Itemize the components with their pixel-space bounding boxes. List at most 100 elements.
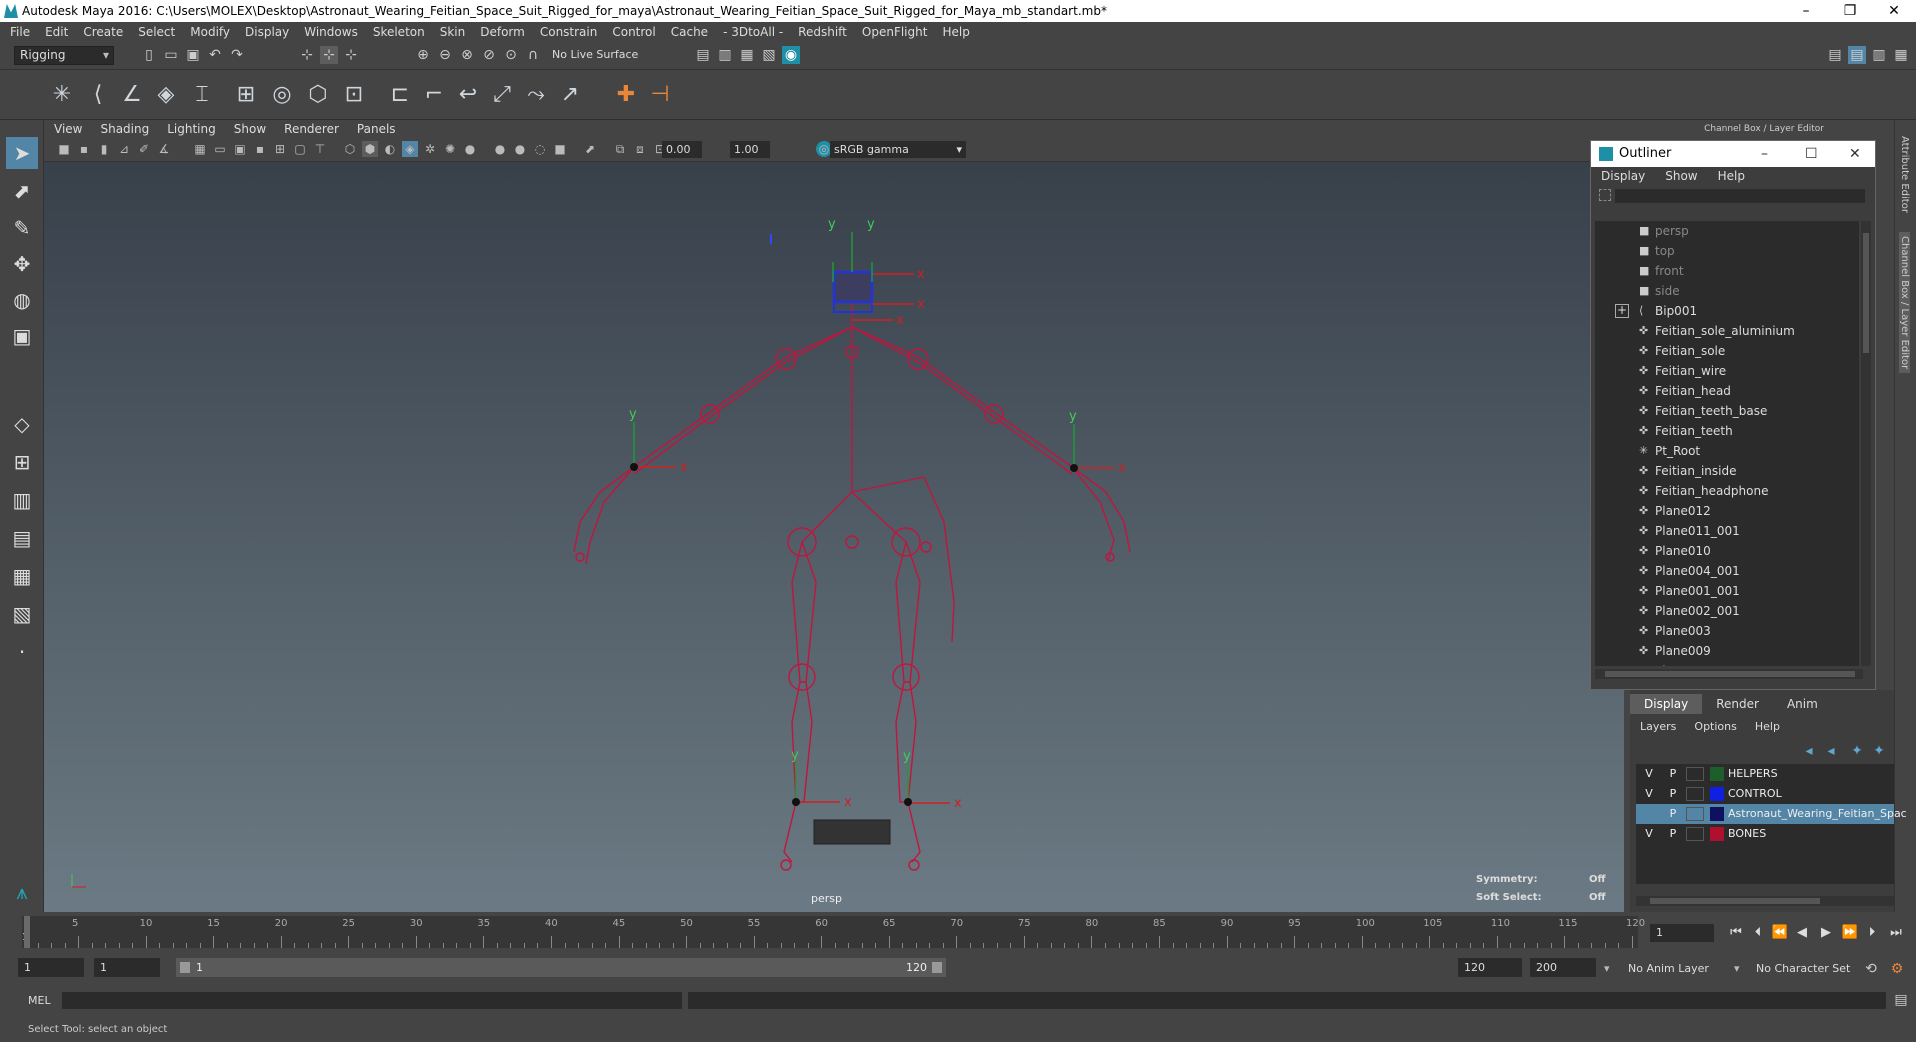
character-set-dropdown[interactable]: No Character Set: [1756, 962, 1850, 975]
bind-skin-icon[interactable]: ⊞: [232, 81, 260, 109]
menu-modify[interactable]: Modify: [190, 25, 230, 39]
lasso-tool-icon[interactable]: ⬈: [6, 175, 38, 207]
isolate-select-icon[interactable]: ⬈: [582, 141, 598, 157]
outliner-item[interactable]: ✜ Feitian_head: [1595, 381, 1859, 401]
xray-icon[interactable]: ⧉: [612, 141, 628, 157]
move-layer-down-icon[interactable]: ◂: [1822, 742, 1840, 760]
camera-2d-icon[interactable]: ∡: [156, 141, 172, 157]
outliner-item[interactable]: ✳ Pt_Root: [1595, 441, 1859, 461]
playback-toggle[interactable]: P: [1666, 784, 1680, 804]
lattice-icon[interactable]: ⬡: [304, 81, 332, 109]
outliner-titlebar[interactable]: Outliner – ☐ ✕: [1591, 141, 1875, 167]
display-type-toggle[interactable]: [1686, 827, 1704, 841]
locator-icon[interactable]: ✚: [612, 81, 640, 109]
panel-menu-panels[interactable]: Panels: [357, 122, 396, 136]
menu-edit[interactable]: Edit: [45, 25, 68, 39]
step-back-key-icon[interactable]: ⏴: [1748, 924, 1768, 942]
select-component-icon[interactable]: ⊹: [342, 46, 360, 64]
scale-tool-icon[interactable]: ▣: [6, 320, 38, 352]
menu-openflight[interactable]: OpenFlight: [862, 25, 928, 39]
anim-layer-dropdown[interactable]: No Anim Layer: [1628, 962, 1709, 975]
script-language-label[interactable]: MEL: [28, 994, 51, 1007]
step-forward-key-icon[interactable]: ⏵: [1862, 924, 1882, 942]
safe-action-icon[interactable]: ▢: [292, 141, 308, 157]
current-frame-field[interactable]: 1: [1650, 924, 1714, 942]
safe-title-icon[interactable]: ⊤: [312, 141, 328, 157]
outliner-menu-show[interactable]: Show: [1665, 169, 1697, 183]
lights-icon[interactable]: ✺: [442, 141, 458, 157]
menu-file[interactable]: File: [10, 25, 30, 39]
layer-row[interactable]: V P CONTROL: [1636, 784, 1894, 804]
command-input[interactable]: [62, 992, 682, 1009]
chevron-down-icon[interactable]: ▾: [1604, 962, 1610, 975]
playback-toggle[interactable]: P: [1666, 764, 1680, 784]
tab-display[interactable]: Display: [1630, 694, 1703, 714]
menu-set-dropdown[interactable]: Rigging: [14, 46, 114, 65]
close-icon[interactable]: ✕: [1872, 0, 1916, 22]
default-material-icon[interactable]: ◐: [382, 141, 398, 157]
outliner-item[interactable]: ✜ Feitian_teeth_base: [1595, 401, 1859, 421]
outliner-item[interactable]: ✜ Plane004_001: [1595, 561, 1859, 581]
tab-anim[interactable]: Anim: [1773, 694, 1832, 714]
snap-curve-icon[interactable]: ⊖: [436, 46, 454, 64]
outliner-item[interactable]: ✜ Feitian_sole_aluminium: [1595, 321, 1859, 341]
layer-row[interactable]: P Astronaut_Wearing_Feitian_Spac: [1636, 804, 1907, 824]
outliner-item[interactable]: ✜ Feitian_wire: [1595, 361, 1859, 381]
ambient-occlusion-icon[interactable]: ●: [492, 141, 508, 157]
outliner-item[interactable]: ■ persp: [1595, 221, 1859, 241]
preferences-icon[interactable]: ⚙: [1888, 960, 1906, 978]
menu-control[interactable]: Control: [612, 25, 655, 39]
select-tool-icon[interactable]: ➤: [6, 137, 38, 169]
go-to-start-icon[interactable]: ⏮: [1726, 924, 1746, 942]
layer-row[interactable]: V P HELPERS: [1636, 764, 1894, 784]
play-backward-icon[interactable]: ◀: [1792, 924, 1812, 942]
panel-menu-renderer[interactable]: Renderer: [284, 122, 339, 136]
smooth-shade-icon[interactable]: ⬢: [362, 141, 378, 157]
snap-grid-icon[interactable]: ⊕: [414, 46, 432, 64]
layout-two-icon[interactable]: ▥: [6, 484, 38, 516]
layout-graph-icon[interactable]: ▦: [6, 560, 38, 592]
menu-deform[interactable]: Deform: [480, 25, 525, 39]
magnet-icon[interactable]: ∩: [524, 46, 542, 64]
outliner-item[interactable]: + ⟨ Bip001: [1595, 301, 1859, 321]
outliner-item[interactable]: ✜ Feitian_teeth: [1595, 421, 1859, 441]
scroll-thumb[interactable]: [1605, 671, 1855, 677]
xray-joints-icon[interactable]: ⧈: [632, 141, 648, 157]
scroll-thumb[interactable]: [1650, 898, 1820, 904]
render-view-icon[interactable]: ▤: [694, 46, 712, 64]
paint-select-icon[interactable]: ✎: [6, 212, 38, 244]
move-tool-icon[interactable]: ✥: [6, 248, 38, 280]
current-time-marker[interactable]: [24, 916, 30, 948]
outliner-item[interactable]: ✜ Plane002_001: [1595, 601, 1859, 621]
outliner-item[interactable]: ✜ Plane009: [1595, 641, 1859, 661]
tab-render[interactable]: Render: [1702, 694, 1773, 714]
wireframe-shaded-icon[interactable]: ◈: [402, 141, 418, 157]
playback-start-field[interactable]: 1: [94, 958, 160, 977]
menu-redshift[interactable]: Redshift: [798, 25, 847, 39]
range-slider-bar[interactable]: 1 120: [176, 958, 946, 977]
outliner-search-input[interactable]: [1615, 189, 1865, 203]
maya-home-icon[interactable]: ⩚: [6, 876, 38, 908]
layer-row[interactable]: V P BONES: [1636, 824, 1894, 844]
camera-attr-icon[interactable]: ▪: [76, 141, 92, 157]
outliner-item[interactable]: ■ side: [1595, 281, 1859, 301]
textured-icon[interactable]: ✲: [422, 141, 438, 157]
open-scene-icon[interactable]: ▭: [162, 46, 180, 64]
new-layer-icon[interactable]: ✦: [1848, 742, 1866, 760]
save-scene-icon[interactable]: ▣: [184, 46, 202, 64]
layer-menu-help[interactable]: Help: [1755, 720, 1780, 733]
playback-end-field[interactable]: 120: [1458, 958, 1522, 977]
mirror-joint-icon[interactable]: ◈: [152, 81, 180, 109]
outliner-item[interactable]: ■ top: [1595, 241, 1859, 261]
toggle-channel-box-icon[interactable]: ▦: [1892, 46, 1910, 64]
outliner-item[interactable]: ■ front: [1595, 261, 1859, 281]
outliner-item[interactable]: ✜ Plane001_001: [1595, 581, 1859, 601]
panel-menu-show[interactable]: Show: [234, 122, 266, 136]
outliner-item[interactable]: ✜ Feitian_headphone: [1595, 481, 1859, 501]
play-forward-icon[interactable]: ▶: [1816, 924, 1836, 942]
visibility-toggle[interactable]: V: [1642, 784, 1656, 804]
outliner-item[interactable]: ✜ Feitian_inside: [1595, 461, 1859, 481]
hypershade-icon[interactable]: ◉: [782, 46, 800, 64]
layout-outliner-icon[interactable]: ▤: [6, 522, 38, 554]
channel-box-tab[interactable]: Channel Box / Layer Editor: [1899, 232, 1910, 374]
